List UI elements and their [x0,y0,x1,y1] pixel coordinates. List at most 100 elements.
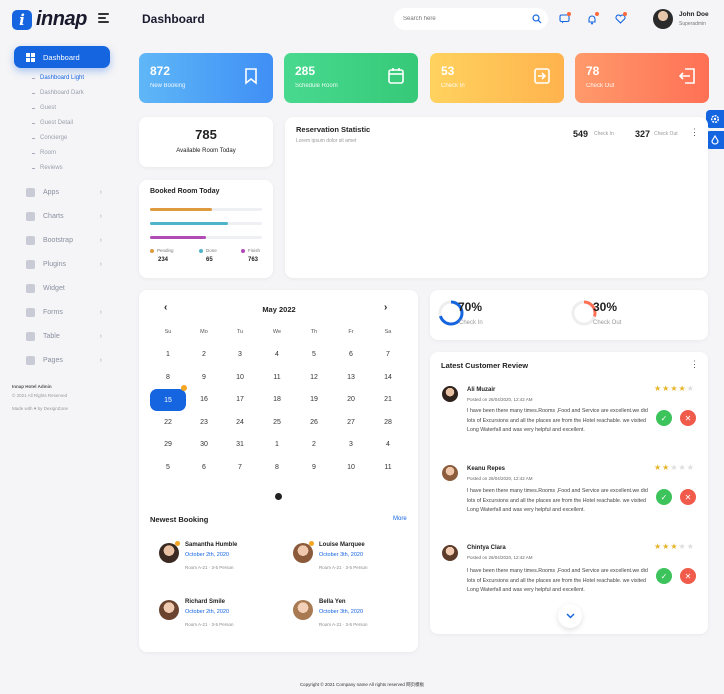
booking-room: Room A-21 · 3-5 Person [185,565,234,570]
message-icon[interactable] [557,12,571,26]
calendar-day[interactable]: 22 [158,419,178,426]
calendar-day[interactable]: 28 [378,419,398,426]
calendar-day[interactable]: 25 [267,419,287,426]
sidebar-item-forms[interactable]: Forms › [26,308,102,317]
calendar-day[interactable]: 6 [194,464,214,471]
sidebar-item-apps[interactable]: Apps › [26,188,102,197]
more-options-icon[interactable]: ⋮ [690,127,699,138]
submenu-reviews[interactable]: Reviews [32,165,63,171]
calendar-day[interactable]: 18 [267,396,287,403]
calendar-day[interactable]: 12 [304,374,324,381]
user-name[interactable]: John Doe [679,11,709,18]
more-options-icon[interactable]: ⋮ [690,359,699,370]
heart-icon[interactable] [613,12,627,26]
calendar-day[interactable]: 6 [341,351,361,358]
calendar-day[interactable]: 21 [378,396,398,403]
approve-button[interactable]: ✓ [656,489,672,505]
search-icon[interactable] [530,12,544,26]
prev-month-icon[interactable]: ‹ [164,302,167,313]
search-box[interactable] [394,8,548,30]
calendar-day[interactable]: 11 [378,464,398,471]
stat-check-in[interactable]: 53 Check In [430,53,564,103]
submenu-dashboard-dark[interactable]: Dashboard Dark [32,90,84,96]
sidebar-item-charts[interactable]: Charts › [26,212,102,221]
reject-button[interactable]: ✕ [680,489,696,505]
calendar-day[interactable]: 24 [230,419,250,426]
more-link[interactable]: More [393,516,407,522]
calendar-day[interactable]: 10 [341,464,361,471]
chevron-down-icon [565,613,575,619]
status-dot [175,541,180,546]
booking-card[interactable]: Samantha Humble October 2th, 2020 Room A… [151,533,267,579]
brand-logo[interactable]: i innap [12,8,87,31]
sidebar-item-bootstrap[interactable]: Bootstrap › [26,236,102,245]
stat-check-out[interactable]: 78 Check Out [575,53,709,103]
theme-drop-icon[interactable] [706,131,724,149]
sidebar-item-pages[interactable]: Pages › [26,356,102,365]
bell-icon[interactable] [585,12,599,26]
weekday-header: Tu [236,329,244,335]
calendar-day[interactable]: 16 [194,396,214,403]
scroll-down-button[interactable] [558,604,582,628]
calendar-day[interactable]: 9 [304,464,324,471]
menu-toggle-icon[interactable] [98,13,109,25]
calendar-day[interactable]: 7 [378,351,398,358]
booking-card[interactable]: Bella Yen October 3th, 2020 Room A-21 · … [285,590,401,636]
calendar-day[interactable]: 1 [267,441,287,448]
sidebar-item-dashboard[interactable]: Dashboard [14,46,110,68]
calendar-day[interactable]: 3 [341,441,361,448]
calendar-day[interactable]: 30 [194,441,214,448]
booking-card[interactable]: Louise Marquee October 3th, 2020 Room A-… [285,533,401,579]
search-input[interactable] [403,16,523,22]
calendar-day[interactable]: 10 [230,374,250,381]
calendar-day[interactable]: 2 [194,351,214,358]
approve-button[interactable]: ✓ [656,568,672,584]
calendar-day[interactable]: 13 [341,374,361,381]
chevron-right-icon: › [99,237,102,244]
pagination-dot[interactable] [275,493,282,500]
submenu-concierge[interactable]: Concierge [32,135,67,141]
submenu-guest-detail[interactable]: Guest Detail [32,120,73,126]
calendar-day[interactable]: 17 [230,396,250,403]
calendar-day-today[interactable]: 15 [150,389,186,411]
reject-button[interactable]: ✕ [680,568,696,584]
booking-card[interactable]: Richard Smile October 2th, 2020 Room A-2… [151,590,267,636]
calendar-day[interactable]: 3 [230,351,250,358]
calendar-day[interactable]: 14 [378,374,398,381]
avatar[interactable] [653,9,673,29]
calendar-day[interactable]: 26 [304,419,324,426]
calendar-day[interactable]: 5 [158,464,178,471]
calendar-day[interactable]: 1 [158,351,178,358]
submenu-guest[interactable]: Guest [32,105,56,111]
calendar-day[interactable]: 5 [304,351,324,358]
star-icon [26,236,35,245]
calendar-day[interactable]: 7 [230,464,250,471]
calendar-day[interactable]: 8 [158,374,178,381]
sidebar-item-table[interactable]: Table › [26,332,102,341]
calendar-day[interactable]: 29 [158,441,178,448]
calendar-day[interactable]: 20 [341,396,361,403]
approve-button[interactable]: ✓ [656,410,672,426]
stat-new-booking[interactable]: 872 New Booking [139,53,273,103]
calendar-day[interactable]: 8 [267,464,287,471]
calendar-day[interactable]: 31 [230,441,250,448]
settings-gear-icon[interactable] [706,110,724,128]
reject-button[interactable]: ✕ [680,410,696,426]
calendar-day[interactable]: 23 [194,419,214,426]
sidebar-item-plugins[interactable]: Plugins › [26,260,102,269]
next-month-icon[interactable]: › [384,302,387,313]
calendar-day[interactable]: 2 [304,441,324,448]
calendar-day[interactable]: 4 [378,441,398,448]
calendar-day[interactable]: 4 [267,351,287,358]
stat-schedule-room[interactable]: 285 Schedule Room [284,53,418,103]
chevron-right-icon: › [99,189,102,196]
calendar-day[interactable]: 19 [304,396,324,403]
weekday-header: Mo [200,329,208,335]
pending-progress [150,208,262,211]
submenu-room[interactable]: Room [32,150,56,156]
calendar-day[interactable]: 11 [267,374,287,381]
calendar-day[interactable]: 9 [194,374,214,381]
sidebar-item-widget[interactable]: Widget [26,284,102,293]
submenu-dashboard-light[interactable]: Dashboard Light [32,75,84,81]
calendar-day[interactable]: 27 [341,419,361,426]
